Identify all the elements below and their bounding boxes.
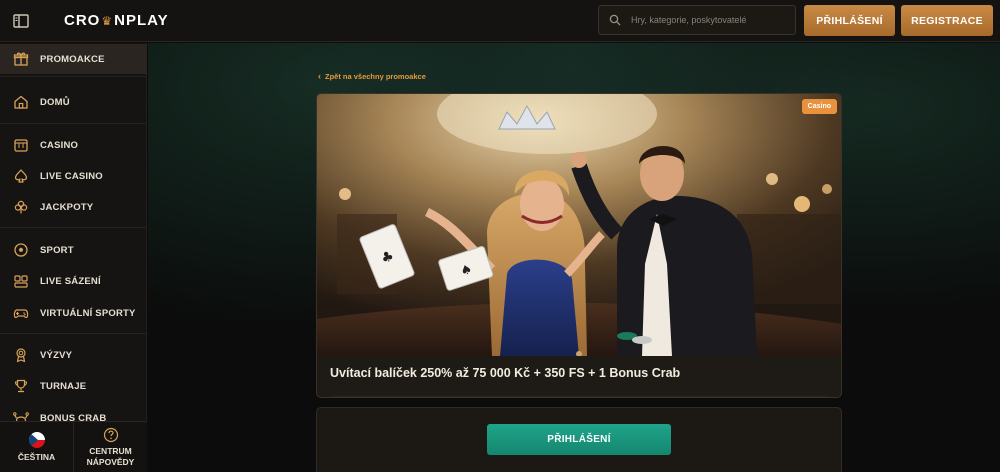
sidebar-item-label: VÝZVY: [40, 349, 73, 361]
category-badge: Casino: [801, 99, 837, 114]
register-button[interactable]: REGISTRACE: [901, 5, 993, 36]
soccer-ball-icon: [12, 241, 30, 259]
sidebar-item-label: CASINO: [40, 139, 79, 151]
live-betting-icon: [12, 272, 30, 290]
sidebar-item-domu[interactable]: DOMŮ: [0, 87, 147, 117]
language-selector[interactable]: ČEŠTINA: [0, 422, 74, 472]
czech-flag-icon: [28, 431, 45, 448]
sidebar-item-label: DOMŮ: [40, 96, 70, 108]
search-icon: [609, 14, 621, 26]
sidebar-item-live-sazeni[interactable]: LIVE SÁZENÍ: [0, 266, 147, 296]
language-label: ČEŠTINA: [17, 451, 56, 462]
spade-icon: [12, 167, 30, 185]
search-box[interactable]: [598, 5, 796, 35]
promo-login-button[interactable]: PŘIHLÁŠENÍ: [487, 424, 671, 455]
sidebar-item-vyzvy[interactable]: VÝZVY: [0, 340, 147, 370]
logo-text-right: NPLAY: [114, 12, 169, 29]
sidebar-divider: [0, 227, 147, 228]
help-icon: [103, 427, 118, 442]
sidebar-item-sport[interactable]: SPORT: [0, 235, 147, 265]
main-content: ‹ Zpět na všechny promoakce ♣ ♠ Casino U…: [148, 43, 1000, 472]
sidebar-item-label: VIRTUÁLNÍ SPORTY: [40, 307, 136, 319]
sidebar-divider: [0, 333, 147, 334]
sidebar-item-label: LIVE SÁZENÍ: [40, 275, 101, 287]
promo-card-divider: [333, 396, 827, 397]
promo-title: Uvítací balíček 250% až 75 000 Kč + 350 …: [330, 366, 681, 380]
crown-icon: ♛: [101, 13, 114, 28]
sidebar-item-label: TURNAJE: [40, 380, 87, 392]
sidebar-divider: [0, 76, 147, 77]
promo-card: ♣ ♠ Casino Uvítací balíček 250% až 75 00…: [316, 93, 842, 398]
login-button[interactable]: PŘIHLÁŠENÍ: [804, 5, 895, 36]
home-icon: [12, 93, 30, 111]
promo-banner-image: ♣ ♠ Casino: [317, 94, 841, 356]
slot-machine-icon: [12, 136, 30, 154]
sidebar-toggle-button[interactable]: [0, 0, 42, 42]
sidebar-item-virtualni-sporty[interactable]: VIRTUÁLNÍ SPORTY: [0, 298, 147, 328]
sidebar: PROMOAKCE DOMŮ CASINO LIVE CASINO JACKPO…: [0, 43, 147, 472]
clover-icon: [12, 198, 30, 216]
sidebar-item-label: JACKPOTY: [40, 201, 94, 213]
help-label-line2: NÁPOVĚDY: [86, 456, 135, 467]
crownplay-logo[interactable]: CRO ♛ NPLAY: [64, 12, 169, 29]
search-input[interactable]: [631, 15, 781, 25]
back-to-promotions-link[interactable]: ‹ Zpět na všechny promoakce: [318, 71, 426, 81]
help-center-button[interactable]: CENTRUM NÁPOVĚDY: [74, 422, 147, 472]
sidebar-item-jackpoty[interactable]: JACKPOTY: [0, 192, 147, 222]
sidebar-item-live-casino[interactable]: LIVE CASINO: [0, 161, 147, 191]
sidebar-item-turnaje[interactable]: TURNAJE: [0, 371, 147, 401]
sidebar-item-promoakce[interactable]: PROMOAKCE: [0, 44, 147, 74]
top-header: CRO ♛ NPLAY PŘIHLÁŠENÍ REGISTRACE: [0, 0, 1000, 42]
medal-icon: [12, 346, 30, 364]
promo-action-panel: PŘIHLÁŠENÍ: [316, 407, 842, 472]
sidebar-item-label: LIVE CASINO: [40, 170, 103, 182]
help-label-line1: CENTRUM: [89, 445, 132, 456]
trophy-icon: [12, 377, 30, 395]
gift-icon: [12, 50, 30, 68]
sidebar-toggle-icon: [13, 13, 29, 28]
sidebar-divider: [0, 123, 147, 124]
sidebar-item-casino[interactable]: CASINO: [0, 130, 147, 160]
logo-text-left: CRO: [64, 12, 101, 29]
back-link-label: Zpět na všechny promoakce: [325, 71, 426, 81]
sidebar-item-label: SPORT: [40, 244, 74, 256]
sidebar-footer: ČEŠTINA CENTRUM NÁPOVĚDY: [0, 421, 147, 472]
chevron-left-icon: ‹: [318, 71, 321, 81]
sidebar-item-label: PROMOAKCE: [40, 53, 105, 65]
gamepad-icon: [12, 304, 30, 322]
